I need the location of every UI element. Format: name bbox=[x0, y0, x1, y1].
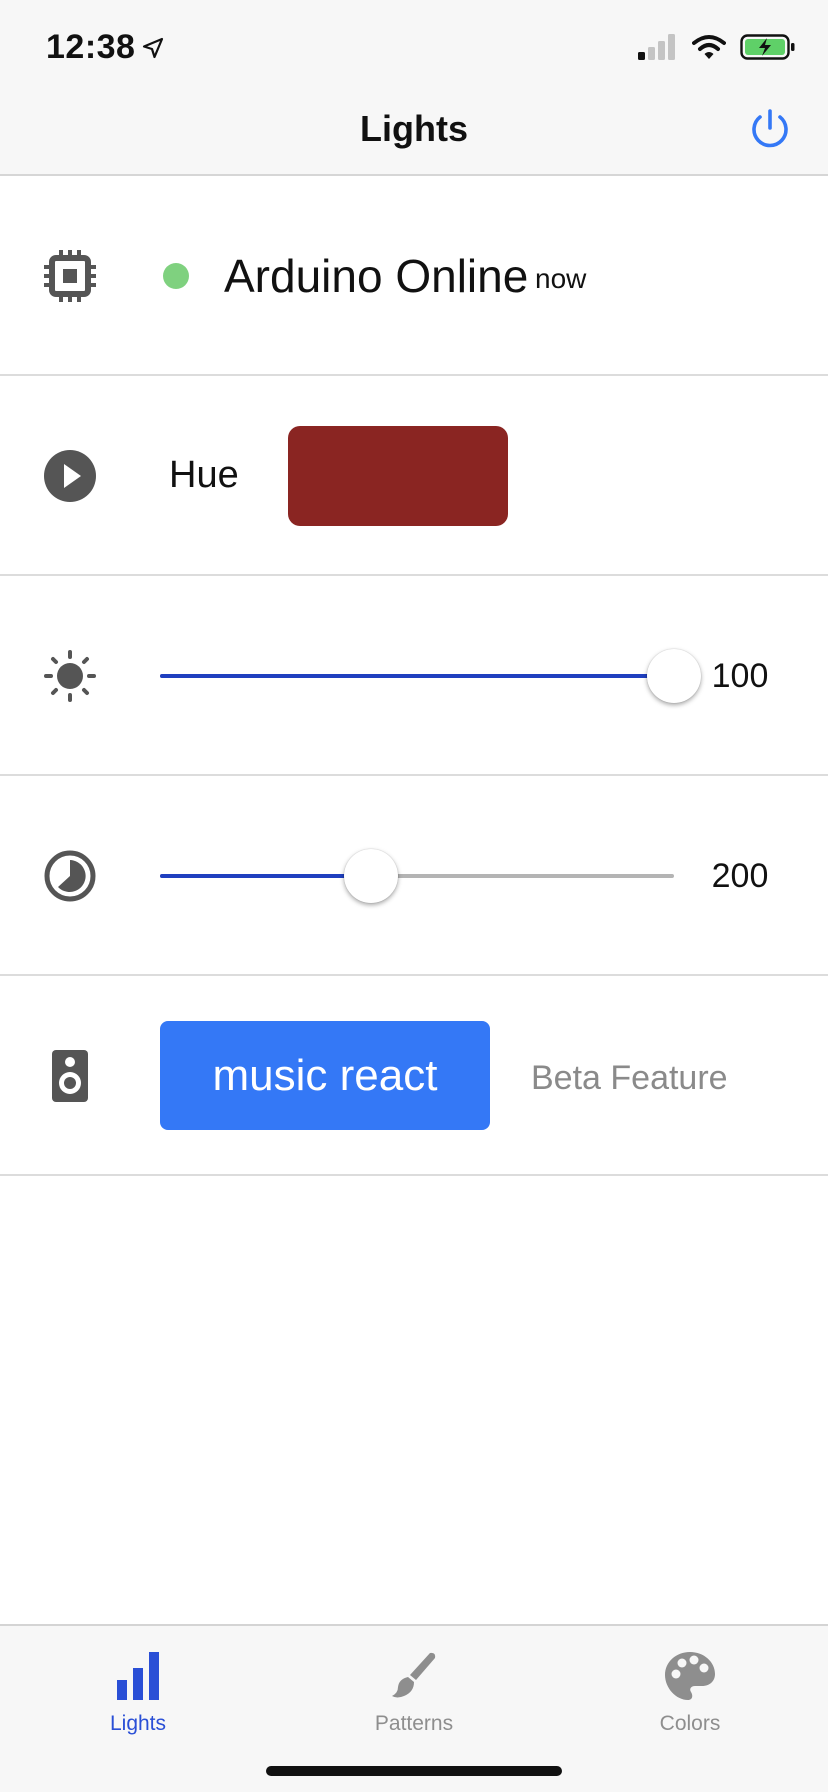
brightness-slider-thumb[interactable] bbox=[647, 649, 701, 703]
location-arrow-icon bbox=[143, 37, 164, 58]
device-name: Arduino Online bbox=[224, 250, 529, 302]
home-indicator bbox=[266, 1766, 562, 1776]
brightness-value: 100 bbox=[711, 657, 769, 695]
tab-patterns[interactable]: Patterns bbox=[276, 1626, 552, 1736]
paintbrush-icon bbox=[392, 1652, 436, 1698]
hue-label: Hue bbox=[169, 454, 239, 496]
status-indicators bbox=[638, 34, 796, 60]
tab-colors-label: Colors bbox=[659, 1712, 721, 1735]
navigation-header: 12:38 Lights bbox=[0, 0, 828, 176]
cellular-signal-icon bbox=[638, 34, 675, 60]
page-title: Lights bbox=[360, 108, 468, 149]
brightness-slider[interactable] bbox=[160, 646, 701, 706]
beta-feature-label: Beta Feature bbox=[531, 1059, 728, 1097]
status-clock: 12:38 bbox=[46, 28, 165, 67]
tab-patterns-label: Patterns bbox=[374, 1712, 454, 1735]
speed-slider-fill bbox=[160, 874, 371, 878]
music-react-button[interactable]: music react bbox=[160, 1021, 490, 1130]
speed-slider-thumb[interactable] bbox=[343, 849, 398, 903]
online-status-dot bbox=[163, 263, 189, 289]
play-circle-icon bbox=[44, 450, 96, 502]
brightness-sun-icon bbox=[44, 650, 96, 702]
battery-charging-icon bbox=[740, 34, 795, 60]
hue-color-swatch[interactable] bbox=[288, 426, 508, 526]
microchip-icon bbox=[44, 250, 96, 302]
power-button[interactable] bbox=[748, 108, 792, 152]
tab-lights-label: Lights bbox=[109, 1712, 167, 1735]
timer-icon bbox=[44, 850, 96, 902]
status-time-text: 12:38 bbox=[46, 28, 136, 66]
bar-chart-icon bbox=[117, 1652, 159, 1700]
tab-lights[interactable]: Lights bbox=[0, 1626, 276, 1736]
brightness-slider-fill bbox=[160, 674, 674, 678]
speaker-icon bbox=[52, 1050, 88, 1102]
tab-colors[interactable]: Colors bbox=[552, 1626, 828, 1736]
speed-value: 200 bbox=[711, 857, 769, 895]
speed-slider[interactable] bbox=[160, 846, 674, 906]
wifi-icon bbox=[692, 35, 726, 59]
power-icon bbox=[752, 109, 788, 148]
device-last-seen: now bbox=[535, 263, 587, 294]
palette-icon bbox=[665, 1652, 715, 1700]
